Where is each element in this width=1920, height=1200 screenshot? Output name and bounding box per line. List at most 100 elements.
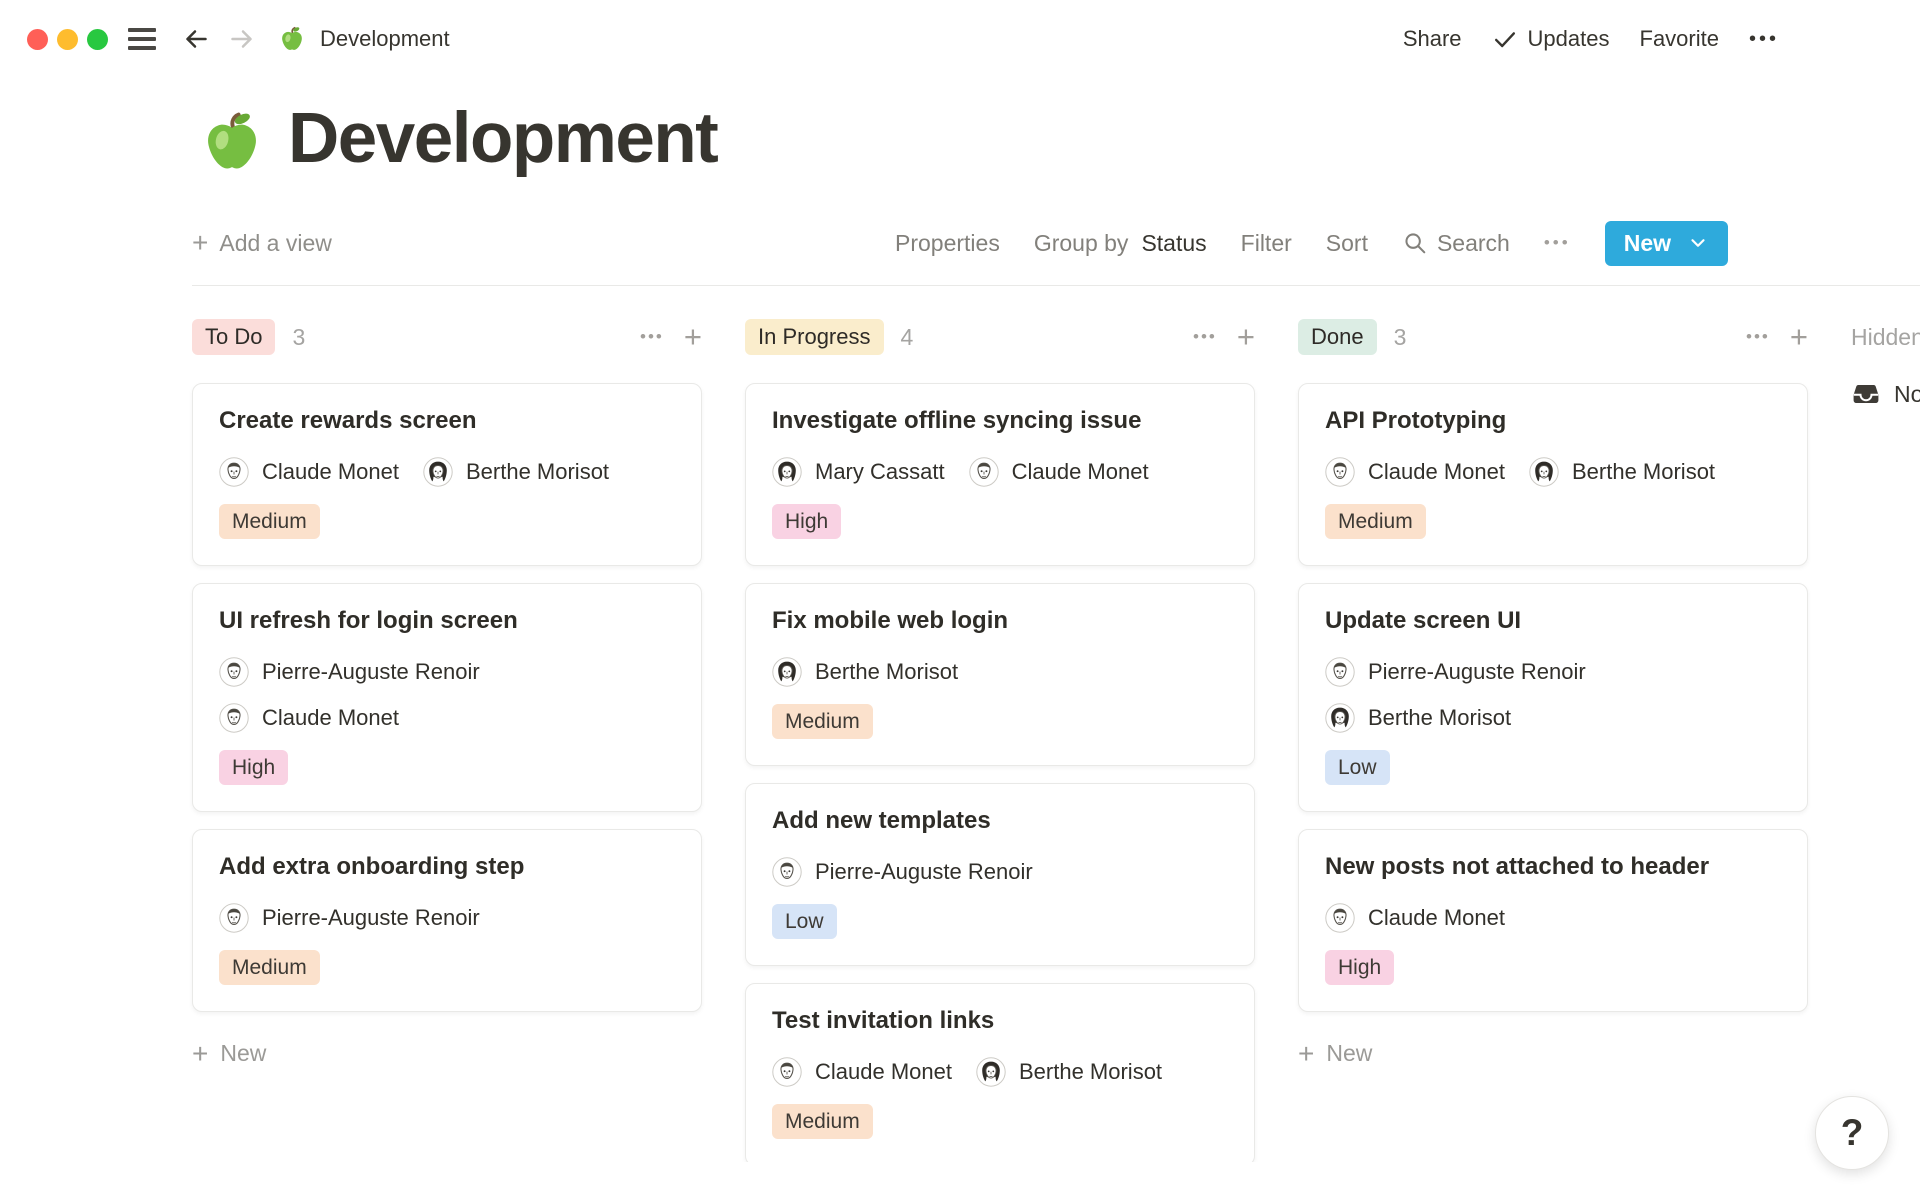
traffic-lights xyxy=(27,29,108,50)
hidden-columns-toggle[interactable]: Hidden columns xyxy=(1851,319,1920,355)
assignee: Pierre-Auguste Renoir xyxy=(772,856,1033,888)
column-more-icon[interactable]: ••• xyxy=(640,327,664,347)
column-status-pill[interactable]: Done xyxy=(1298,319,1377,355)
window-titlebar: Development Share Updates Favorite ••• xyxy=(0,0,1920,78)
breadcrumb[interactable]: Development xyxy=(278,25,450,53)
card-investigate-offline-syncing-issue[interactable]: Investigate offline syncing issue Mary C… xyxy=(745,383,1255,566)
avatar-pierre-auguste-renoir xyxy=(219,657,249,687)
column-more-icon[interactable]: ••• xyxy=(1193,327,1217,347)
card-fix-mobile-web-login[interactable]: Fix mobile web login Berthe Morisot Medi… xyxy=(745,583,1255,766)
add-view-button[interactable]: + Add a view xyxy=(192,230,332,257)
close-window-button[interactable] xyxy=(27,29,48,50)
avatar-berthe-morisot xyxy=(1325,703,1355,733)
avatar-claude-monet xyxy=(772,1057,802,1087)
assignee: Pierre-Auguste Renoir xyxy=(219,656,675,688)
card-api-prototyping[interactable]: API Prototyping Claude Monet Berthe Mori… xyxy=(1298,383,1808,566)
kanban-board: To Do 3 ••• + Create rewards screen Clau… xyxy=(0,286,1920,1162)
column-add-icon[interactable]: + xyxy=(684,324,702,350)
back-arrow-icon[interactable] xyxy=(182,25,210,53)
avatar-berthe-morisot xyxy=(1529,457,1559,487)
sort-button[interactable]: Sort xyxy=(1326,230,1368,257)
avatar-claude-monet xyxy=(1325,457,1355,487)
card-ui-refresh-for-login-screen[interactable]: UI refresh for login screen Pierre-Augus… xyxy=(192,583,702,812)
search-button[interactable]: Search xyxy=(1402,230,1510,257)
sidebar-menu-icon[interactable] xyxy=(128,28,156,50)
group-by-value: Status xyxy=(1141,230,1206,257)
plus-icon: + xyxy=(192,231,208,255)
avatar-claude-monet xyxy=(219,703,249,733)
column-add-icon[interactable]: + xyxy=(1237,324,1255,350)
forward-arrow-icon[interactable] xyxy=(228,25,256,53)
assignee: Berthe Morisot xyxy=(1325,702,1781,734)
hidden-columns-section: Hidden columns No Status xyxy=(1851,319,1920,1162)
avatar-claude-monet xyxy=(969,457,999,487)
assignee: Berthe Morisot xyxy=(1529,456,1715,488)
assignee: Pierre-Auguste Renoir xyxy=(219,902,480,934)
filter-button[interactable]: Filter xyxy=(1241,230,1292,257)
new-button[interactable]: New xyxy=(1605,221,1728,266)
page-header: Development xyxy=(198,102,1920,176)
card-add-extra-onboarding-step[interactable]: Add extra onboarding step Pierre-Auguste… xyxy=(192,829,702,1012)
priority-tag: Medium xyxy=(219,950,320,985)
page-icon-green-apple[interactable] xyxy=(198,108,266,176)
inbox-tray-icon xyxy=(1851,379,1881,409)
column-status-pill[interactable]: To Do xyxy=(192,319,275,355)
priority-tag: High xyxy=(1325,950,1394,985)
add-card-button[interactable]: + New xyxy=(192,1040,702,1067)
view-toolbar: + Add a view Properties Group by Status … xyxy=(192,218,1728,268)
card-add-new-templates[interactable]: Add new templates Pierre-Auguste Renoir … xyxy=(745,783,1255,966)
plus-icon: + xyxy=(192,1042,208,1066)
column-to-do: To Do 3 ••• + Create rewards screen Clau… xyxy=(192,319,702,1162)
view-more-options-icon[interactable]: ••• xyxy=(1544,233,1571,253)
assignee: Claude Monet xyxy=(1325,902,1505,934)
group-by-button[interactable]: Group by Status xyxy=(1034,230,1207,257)
updates-button[interactable]: Updates xyxy=(1492,26,1610,52)
column-add-icon[interactable]: + xyxy=(1790,324,1808,350)
avatar-pierre-auguste-renoir xyxy=(772,857,802,887)
favorite-button[interactable]: Favorite xyxy=(1640,26,1719,52)
add-card-button[interactable]: + New xyxy=(1298,1040,1808,1067)
card-new-posts-not-attached-to-header[interactable]: New posts not attached to header Claude … xyxy=(1298,829,1808,1012)
assignee: Claude Monet xyxy=(219,702,675,734)
card-create-rewards-screen[interactable]: Create rewards screen Claude Monet Berth… xyxy=(192,383,702,566)
column-count: 3 xyxy=(1394,324,1407,351)
priority-tag: Medium xyxy=(1325,504,1426,539)
assignee: Berthe Morisot xyxy=(423,456,609,488)
assignee: Berthe Morisot xyxy=(772,656,958,688)
zoom-window-button[interactable] xyxy=(87,29,108,50)
check-icon xyxy=(1492,26,1518,52)
column-more-icon[interactable]: ••• xyxy=(1746,327,1770,347)
column-done: Done 3 ••• + API Prototyping Claude Mone… xyxy=(1298,319,1808,1162)
green-apple-icon xyxy=(278,25,306,53)
avatar-berthe-morisot xyxy=(423,457,453,487)
assignee: Berthe Morisot xyxy=(976,1056,1162,1088)
assignee: Mary Cassatt xyxy=(772,456,945,488)
priority-tag: Medium xyxy=(772,704,873,739)
question-mark-icon: ? xyxy=(1841,1112,1864,1154)
priority-tag: Low xyxy=(772,904,837,939)
assignee: Pierre-Auguste Renoir xyxy=(1325,656,1781,688)
column-header: Done 3 ••• + xyxy=(1298,319,1808,355)
avatar-claude-monet xyxy=(219,457,249,487)
chevron-down-icon xyxy=(1687,232,1709,254)
assignee: Claude Monet xyxy=(1325,456,1505,488)
minimize-window-button[interactable] xyxy=(57,29,78,50)
priority-tag: Medium xyxy=(219,504,320,539)
assignee: Claude Monet xyxy=(219,456,399,488)
card-test-invitation-links[interactable]: Test invitation links Claude Monet Berth… xyxy=(745,983,1255,1162)
help-button[interactable]: ? xyxy=(1815,1096,1889,1170)
hidden-group-no-status[interactable]: No Status xyxy=(1851,379,1920,409)
priority-tag: High xyxy=(219,750,288,785)
assignee: Claude Monet xyxy=(772,1056,952,1088)
assignee: Claude Monet xyxy=(969,456,1149,488)
properties-button[interactable]: Properties xyxy=(895,230,1000,257)
column-status-pill[interactable]: In Progress xyxy=(745,319,884,355)
more-options-icon[interactable]: ••• xyxy=(1749,28,1779,51)
share-button[interactable]: Share xyxy=(1403,26,1462,52)
search-icon xyxy=(1402,230,1428,256)
priority-tag: Low xyxy=(1325,750,1390,785)
avatar-claude-monet xyxy=(1325,903,1355,933)
plus-icon: + xyxy=(1298,1042,1314,1066)
avatar-mary-cassatt xyxy=(772,457,802,487)
card-update-screen-ui[interactable]: Update screen UI Pierre-Auguste Renoir B… xyxy=(1298,583,1808,812)
